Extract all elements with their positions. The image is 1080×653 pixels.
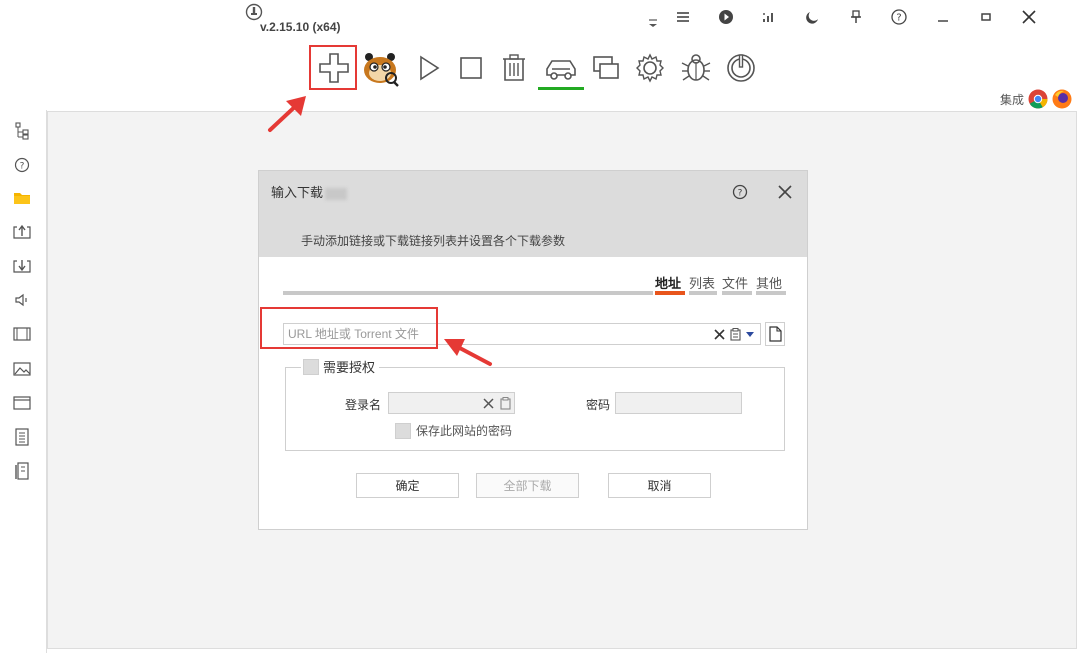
mascot-button[interactable] [360, 48, 400, 88]
clear-username-icon[interactable] [481, 396, 495, 410]
dialog-header: 输入下载 ? 手动添加链接或下载链接列表并设置各个下载参数 [259, 171, 807, 257]
car-mode-button[interactable] [541, 48, 581, 88]
username-label: 登录名 [345, 398, 382, 412]
delete-button[interactable] [494, 48, 534, 88]
car-icon [546, 60, 576, 80]
sidebar-image-icon[interactable] [11, 358, 33, 380]
file-icon [768, 326, 782, 342]
ok-button[interactable]: 确定 [356, 473, 459, 498]
power-button[interactable] [721, 48, 761, 88]
gear-icon [636, 53, 664, 83]
pin-icon[interactable] [843, 4, 869, 30]
password-label: 密码 [586, 398, 611, 412]
svg-text:?: ? [896, 13, 901, 24]
cancel-button[interactable]: 取消 [608, 473, 711, 498]
bug-icon [681, 54, 711, 81]
input-download-dialog: 输入下载 ? 手动添加链接或下载链接列表并设置各个下载参数 地址 列表 文件 其… [258, 170, 808, 530]
browser-integration: 集成 [1000, 88, 1072, 110]
dialog-title: 输入下载 [271, 182, 348, 201]
app-version: v.2.15.10 (x64) [260, 20, 341, 34]
sidebar-tree-icon[interactable] [11, 120, 33, 142]
firefox-icon[interactable] [1052, 89, 1072, 109]
paste-url-icon[interactable] [728, 327, 742, 341]
tab-other-indicator [756, 291, 786, 295]
auth-legend: 需要授权 [301, 357, 380, 376]
title-redaction [325, 187, 348, 200]
app-window: v.2.15.10 (x64) ? 集成 ? 输入下载 ? 手动添加链接或下载链… [0, 0, 1080, 653]
sidebar-folder-icon[interactable] [11, 187, 33, 209]
username-field-wrapper [388, 392, 515, 414]
stop-icon [460, 57, 482, 79]
tab-list[interactable]: 列表 [689, 273, 715, 292]
stop-button[interactable] [451, 48, 491, 88]
svg-text:?: ? [20, 162, 25, 172]
clear-url-icon[interactable] [712, 327, 726, 341]
sidebar: ? [0, 110, 47, 653]
password-field-wrapper [615, 392, 742, 414]
tab-files[interactable]: 文件 [722, 273, 748, 292]
maximize-icon[interactable] [973, 4, 999, 30]
add-task-highlight [309, 45, 357, 90]
speed-icon[interactable] [756, 4, 782, 30]
minimize-icon[interactable] [930, 4, 956, 30]
night-mode-icon[interactable] [800, 4, 826, 30]
tab-address[interactable]: 地址 [655, 273, 681, 292]
tab-list-indicator [689, 291, 717, 295]
open-torrent-file-button[interactable] [765, 322, 785, 346]
power-icon [727, 54, 755, 82]
windows-icon [593, 56, 619, 79]
tab-address-indicator [655, 291, 685, 295]
trash-icon [503, 54, 525, 81]
dialog-close-icon[interactable] [774, 181, 796, 203]
ant-mascot-icon [364, 53, 399, 87]
sidebar-download-icon[interactable] [11, 255, 33, 277]
menu-icon[interactable] [670, 4, 696, 30]
app-logo-icon [245, 3, 263, 21]
sidebar-help-icon[interactable]: ? [11, 154, 33, 176]
svg-text:?: ? [738, 189, 743, 199]
arrow-to-url-input-icon [444, 339, 492, 366]
download-all-button[interactable]: 全部下载 [476, 473, 579, 498]
active-tool-indicator [538, 87, 584, 90]
help-icon[interactable]: ? [886, 4, 912, 30]
auth-required-checkbox[interactable] [303, 358, 319, 375]
sidebar-upload-icon[interactable] [11, 221, 33, 243]
settings-button[interactable] [630, 48, 670, 88]
remember-password-row: 保存此网站的密码 [395, 422, 512, 439]
paste-username-icon[interactable] [498, 396, 512, 410]
window-controls: ? [640, 4, 1080, 30]
dialog-description: 手动添加链接或下载链接列表并设置各个下载参数 [301, 234, 566, 248]
sidebar-video-icon[interactable] [11, 323, 33, 345]
windows-button[interactable] [586, 48, 626, 88]
password-input[interactable] [619, 395, 699, 411]
tab-other[interactable]: 其他 [756, 273, 782, 292]
arrow-to-add-button-icon [268, 96, 306, 132]
auth-required-label: 需要授权 [323, 361, 376, 376]
collapse-menu-icon[interactable] [640, 8, 666, 34]
username-input[interactable] [392, 395, 472, 411]
sidebar-document-icon[interactable] [11, 426, 33, 448]
dialog-help-icon[interactable]: ? [729, 181, 751, 203]
chrome-icon[interactable] [1028, 89, 1048, 109]
sidebar-window-icon[interactable] [11, 392, 33, 414]
tab-files-indicator [722, 291, 752, 295]
sidebar-archive-icon[interactable] [11, 460, 33, 482]
url-input-highlight [260, 307, 438, 349]
play-icon [420, 55, 440, 81]
remember-password-checkbox[interactable] [395, 422, 411, 439]
start-button[interactable] [408, 48, 448, 88]
url-history-dropdown-icon[interactable] [743, 327, 757, 341]
integration-label: 集成 [999, 92, 1024, 107]
close-icon[interactable] [1016, 4, 1042, 30]
bug-button[interactable] [676, 48, 716, 88]
play-circle-icon[interactable] [713, 4, 739, 30]
sidebar-audio-icon[interactable] [11, 289, 33, 311]
tab-track [283, 291, 653, 295]
remember-password-label: 保存此网站的密码 [416, 424, 513, 438]
